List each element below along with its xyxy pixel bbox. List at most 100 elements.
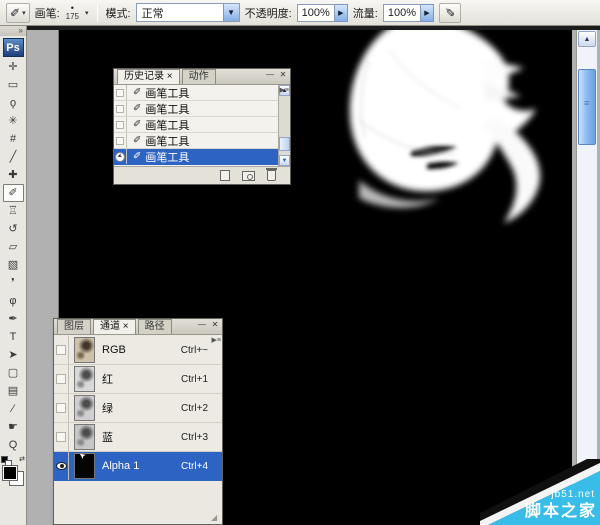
history-state-row[interactable]: ✐ 画笔工具 (114, 101, 278, 117)
tab-paths[interactable]: 路径 (138, 319, 172, 334)
channel-row-red[interactable]: 红 Ctrl+1 (54, 365, 222, 394)
channel-row-alpha1-selected[interactable]: Alpha 1 Ctrl+4 (54, 452, 222, 481)
channel-row-blue[interactable]: 蓝 Ctrl+3 (54, 423, 222, 452)
brush-size-preview[interactable]: • 175 (66, 4, 79, 21)
minimize-icon[interactable]: — (197, 321, 207, 330)
panel-menu-icon[interactable]: ▶≡ (212, 336, 221, 344)
history-state-label: 画笔工具 (145, 149, 189, 165)
scroll-up-icon[interactable]: ▲ (578, 31, 596, 47)
resize-grip-icon[interactable]: ◢ (211, 513, 220, 522)
brush-state-icon: ✐ (133, 119, 141, 130)
delete-state-icon[interactable] (267, 170, 276, 181)
tab-actions[interactable]: 动作 (182, 69, 216, 84)
pen-tool[interactable]: ✒ (3, 310, 24, 328)
history-source-checkbox[interactable] (116, 137, 124, 145)
dodge-tool[interactable]: φ (3, 292, 24, 310)
history-state-row[interactable]: ✐ 画笔工具 (114, 117, 278, 133)
scrollbar-thumb[interactable] (279, 137, 290, 151)
options-bar: ✐ ▾ 画笔: • 175 ▾ 模式: 正常 ▼ 不透明度: 100% ▶ 流量… (0, 0, 600, 26)
lasso-tool[interactable]: ϙ (3, 94, 24, 112)
new-document-from-state-icon[interactable] (220, 170, 230, 181)
history-source-checkbox[interactable] (116, 105, 124, 113)
zoom-icon: Q (9, 440, 18, 451)
channel-thumbnail (74, 395, 95, 421)
blend-mode-select[interactable]: 正常 ▼ (136, 3, 240, 22)
clone-stamp-icon: ♖ (8, 206, 18, 217)
shape-tool[interactable]: ▢ (3, 364, 24, 382)
tool-preset-picker[interactable]: ✐ ▾ (6, 3, 30, 23)
tab-history[interactable]: 历史记录 × (117, 69, 180, 84)
close-icon[interactable]: ✕ (278, 71, 288, 80)
history-state-row[interactable]: ✐ 画笔工具 (114, 85, 278, 101)
zoom-tool[interactable]: Q (3, 436, 24, 454)
history-source-checkbox[interactable] (116, 89, 124, 97)
history-state-label: 画笔工具 (145, 117, 189, 133)
scroll-down-icon[interactable]: ▼ (279, 155, 290, 166)
visibility-well[interactable] (54, 394, 69, 422)
visibility-well[interactable] (54, 423, 69, 451)
crop-tool[interactable]: # (3, 130, 24, 148)
visibility-checkbox[interactable] (56, 374, 66, 384)
toolbox-collapse-handle[interactable]: » (0, 26, 26, 36)
visibility-well[interactable] (54, 452, 69, 480)
eyedropper-tool[interactable]: ∕ (3, 400, 24, 418)
history-source-well[interactable] (114, 133, 127, 148)
slice-tool[interactable]: ╱ (3, 148, 24, 166)
hand-tool[interactable]: ☛ (3, 418, 24, 436)
channel-row-rgb[interactable]: RGB Ctrl+~ (54, 336, 222, 365)
clone-stamp-tool[interactable]: ♖ (3, 202, 24, 220)
type-tool[interactable]: T (3, 328, 24, 346)
close-icon[interactable]: ✕ (210, 321, 220, 330)
history-state-row[interactable]: ✐ 画笔工具 (114, 133, 278, 149)
default-colors-icon[interactable] (1, 456, 8, 463)
opacity-expander-icon[interactable]: ▶ (335, 4, 348, 22)
brush-tool[interactable]: ✐ (3, 184, 24, 202)
history-source-well[interactable] (114, 85, 127, 100)
eye-icon[interactable] (56, 462, 67, 470)
tab-layers[interactable]: 图层 (57, 319, 91, 334)
scroll-down-icon[interactable]: ▼ (578, 508, 596, 524)
tab-channels[interactable]: 通道 × (93, 319, 136, 334)
history-scrollbar[interactable]: ▲ ▼ (278, 85, 290, 166)
swap-colors-icon[interactable]: ⇄ (19, 455, 25, 463)
panel-menu-icon[interactable]: ▶≡ (280, 86, 289, 94)
mode-label: 模式: (106, 5, 131, 21)
magic-wand-tool[interactable]: ✳ (3, 112, 24, 130)
opacity-input[interactable]: 100% ▶ (297, 4, 348, 22)
channel-row-green[interactable]: 绿 Ctrl+2 (54, 394, 222, 423)
path-select-tool[interactable]: ➤ (3, 346, 24, 364)
history-brush-tool[interactable]: ↺ (3, 220, 24, 238)
healing-brush-tool[interactable]: ✚ (3, 166, 24, 184)
dropdown-arrow-icon[interactable]: ▼ (223, 4, 239, 21)
flow-input[interactable]: 100% ▶ (383, 4, 434, 22)
new-snapshot-icon[interactable] (242, 171, 255, 181)
brush-picker-arrow-icon[interactable]: ▾ (85, 9, 89, 17)
visibility-well[interactable] (54, 336, 69, 364)
flow-expander-icon[interactable]: ▶ (421, 4, 434, 22)
history-source-well[interactable] (114, 101, 127, 116)
history-source-well[interactable] (114, 117, 127, 132)
visibility-checkbox[interactable] (56, 403, 66, 413)
scrollbar-thumb[interactable] (578, 69, 596, 145)
foreground-color-swatch[interactable] (2, 465, 18, 481)
history-source-checkbox[interactable] (116, 121, 124, 129)
minimize-icon[interactable]: — (265, 71, 275, 80)
marquee-tool[interactable]: ▭ (3, 76, 24, 94)
eraser-tool[interactable]: ▱ (3, 238, 24, 256)
vertical-scrollbar[interactable]: ▲ ▼ (576, 30, 597, 525)
opacity-label: 不透明度: (245, 5, 292, 21)
history-source-well[interactable] (114, 149, 127, 164)
airbrush-toggle[interactable]: ✐ (439, 3, 461, 23)
move-tool[interactable]: ✛ (3, 58, 24, 76)
gradient-tool[interactable]: ▧ (3, 256, 24, 274)
channels-panel-header[interactable]: 图层 通道 × 路径 — ✕ (54, 319, 222, 335)
notes-tool[interactable]: ▤ (3, 382, 24, 400)
channel-name: Alpha 1 (102, 460, 139, 472)
visibility-well[interactable] (54, 365, 69, 393)
history-panel-header[interactable]: 历史记录 × 动作 — ✕ (114, 69, 290, 85)
visibility-checkbox[interactable] (56, 432, 66, 442)
history-state-row-selected[interactable]: ✐ 画笔工具 (114, 149, 278, 165)
blur-tool[interactable]: ❜ (3, 274, 24, 292)
brush-tool-icon: ✐ (10, 6, 20, 20)
visibility-checkbox[interactable] (56, 345, 66, 355)
